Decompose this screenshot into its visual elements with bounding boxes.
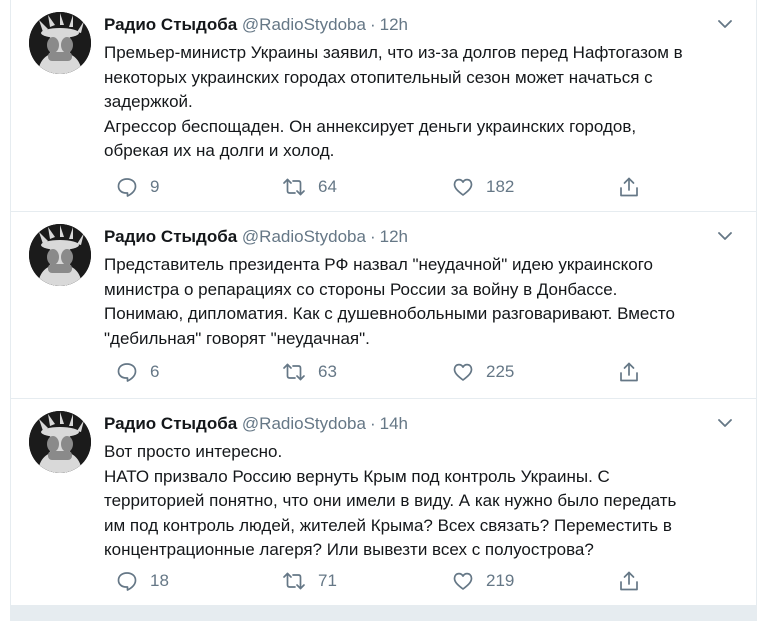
chevron-down-icon[interactable] <box>718 231 732 241</box>
tweet[interactable]: Радио Стыдоба @RadioStydoba · 12h Премьер-… <box>11 0 756 212</box>
retweet-icon <box>283 363 305 381</box>
share-button[interactable] <box>618 569 640 593</box>
display-name[interactable]: Радио Стыдоба <box>104 15 237 34</box>
heart-icon <box>453 363 473 381</box>
tweet-text-line: им под контроль людей, жителей Крыма? Вс… <box>104 515 672 535</box>
tweet-actions: 9 64 182 <box>104 175 736 199</box>
tweet-text-line: Премьер-министр Украины заявил, что из-з… <box>104 43 683 62</box>
like-count: 225 <box>486 362 515 381</box>
tweet-text-line: Представитель президента РФ назвал "неуд… <box>104 255 653 274</box>
tweet-text-line: некоторых украинских городах отопительны… <box>104 67 653 87</box>
tweet-header: Радио Стыдоба @RadioStydoba · 12h <box>104 13 736 37</box>
statue-of-liberty-facepalm-icon <box>29 224 91 286</box>
reply-count: 9 <box>150 177 160 196</box>
separator-dot: · <box>369 15 376 34</box>
avatar[interactable] <box>29 12 91 74</box>
statue-of-liberty-facepalm-icon <box>29 12 91 74</box>
timestamp[interactable]: 14h <box>380 414 408 433</box>
tweet-text-line: "дебильная" говорят "неудачная". <box>104 328 370 348</box>
share-icon <box>620 571 638 591</box>
share-button[interactable] <box>618 360 640 384</box>
share-icon <box>620 177 638 197</box>
tweet-text-line: Понимаю, дипломатия. Как с душевнобольны… <box>104 304 675 324</box>
reply-count: 18 <box>150 571 169 590</box>
reply-icon <box>117 363 137 382</box>
tweet-header: Радио Стыдоба @RadioStydoba · 12h <box>104 225 736 249</box>
tweet-text-line: Агрессор беспощаден. Он аннексирует день… <box>104 116 637 136</box>
tweet-header: Радио Стыдоба @RadioStydoba · 14h <box>104 412 736 436</box>
reply-button[interactable]: 18 <box>116 569 169 593</box>
tweet-text-line: НАТО призвало Россию вернуть Крым под ко… <box>104 466 610 486</box>
tweet-feed: Радио Стыдоба @RadioStydoba · 12h Премьер-… <box>10 0 757 621</box>
timestamp[interactable]: 12h <box>380 15 408 34</box>
share-button[interactable] <box>618 175 640 199</box>
tweet-actions: 6 63 225 <box>104 360 736 384</box>
user-handle[interactable]: @RadioStydoba <box>242 227 366 246</box>
retweet-icon <box>283 572 305 590</box>
display-name[interactable]: Радио Стыдоба <box>104 227 237 246</box>
retweet-icon <box>283 178 305 196</box>
statue-of-liberty-facepalm-icon <box>29 411 91 473</box>
tweet-text-line: обрекая их на долги и холод. <box>104 141 335 161</box>
retweet-button[interactable]: 64 <box>282 175 337 199</box>
separator-dot: · <box>369 227 376 246</box>
like-button[interactable]: 225 <box>452 360 514 384</box>
user-handle[interactable]: @RadioStydoba <box>242 414 366 433</box>
avatar[interactable] <box>29 224 91 286</box>
retweet-count: 63 <box>318 362 337 381</box>
retweet-count: 71 <box>318 571 337 590</box>
like-button[interactable]: 182 <box>452 175 514 199</box>
retweet-count: 64 <box>318 177 337 196</box>
like-count: 219 <box>486 571 515 590</box>
tweet-text-line: территорией понятно, что они имели в вид… <box>104 491 677 511</box>
retweet-button[interactable]: 63 <box>282 360 337 384</box>
user-handle[interactable]: @RadioStydoba <box>242 15 366 34</box>
like-button[interactable]: 219 <box>452 569 514 593</box>
tweet-actions: 18 71 219 <box>104 569 736 593</box>
reply-button[interactable]: 9 <box>116 175 159 199</box>
display-name[interactable]: Радио Стыдоба <box>104 414 237 433</box>
tweet-text-line: концентрационные лагеря? Или вывезти все… <box>104 540 594 560</box>
share-icon <box>620 362 638 382</box>
heart-icon <box>453 572 473 590</box>
tweet-text: Представитель президента РФ назвал "неуд… <box>104 253 726 351</box>
tweet[interactable]: Радио Стыдоба @RadioStydoba · 14h Вот прос… <box>11 399 756 606</box>
tweet-text: Вот просто интересно. НАТО призвало Росс… <box>104 440 726 563</box>
reply-icon <box>117 178 137 197</box>
retweet-button[interactable]: 71 <box>282 569 337 593</box>
tweet-text: Премьер-министр Украины заявил, что из-з… <box>104 41 726 164</box>
reply-button[interactable]: 6 <box>116 360 159 384</box>
tweet-text-line: Вот просто интересно. <box>104 442 283 461</box>
like-count: 182 <box>486 177 515 196</box>
chevron-down-icon[interactable] <box>718 418 732 428</box>
timestamp[interactable]: 12h <box>380 227 408 246</box>
feed-bottom-divider <box>11 606 756 621</box>
tweet-text-line: министра о репарациях со стороны России … <box>104 279 618 299</box>
tweet-text-line: задержкой. <box>104 92 193 112</box>
reply-icon <box>117 572 137 591</box>
separator-dot: · <box>369 414 376 433</box>
chevron-down-icon[interactable] <box>718 19 732 29</box>
reply-count: 6 <box>150 362 160 381</box>
avatar[interactable] <box>29 411 91 473</box>
heart-icon <box>453 178 473 196</box>
tweet[interactable]: Радио Стыдоба @RadioStydoba · 12h Представ… <box>11 212 756 399</box>
